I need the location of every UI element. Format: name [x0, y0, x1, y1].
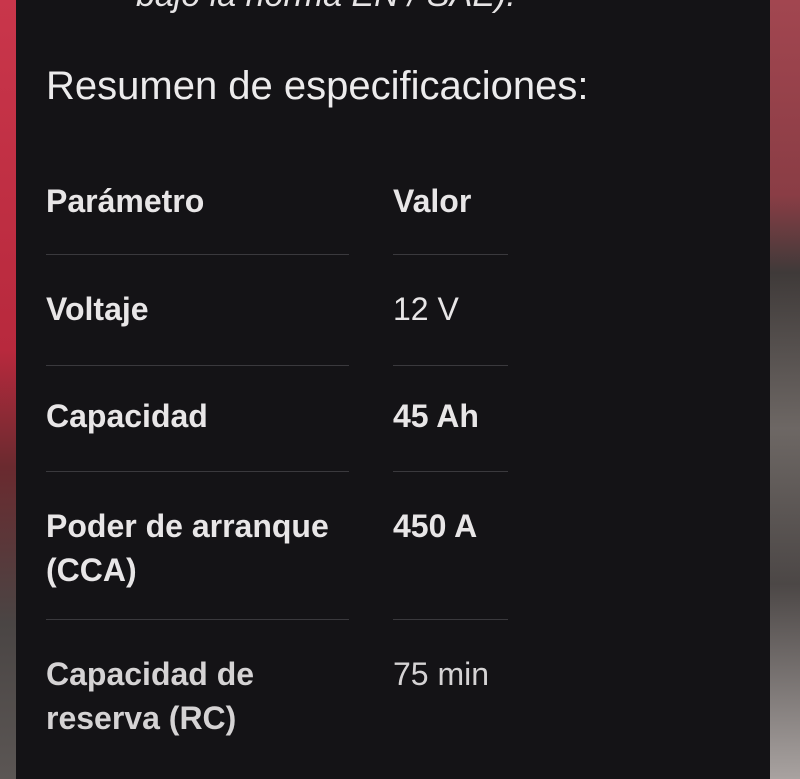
param-cell: Capacidad de reserva (RC)	[46, 656, 255, 736]
header-param: Parámetro	[46, 183, 205, 219]
table-row: Capacidad de reserva (RC) 75 min	[46, 620, 546, 740]
param-cell: Voltaje	[46, 291, 149, 327]
table-row: Voltaje 12 V	[46, 255, 546, 366]
value-cell: 450 A	[393, 508, 478, 544]
table-row: Capacidad 45 Ah	[46, 366, 546, 472]
param-cell: Capacidad	[46, 398, 208, 434]
spec-table: Parámetro Valor Voltaje 12 V Capacidad 4…	[46, 165, 546, 740]
response-panel: bajo la norma EN / SAE). Resumen de espe…	[16, 0, 770, 779]
value-cell: 12 V	[393, 291, 459, 327]
header-value: Valor	[393, 183, 472, 219]
value-cell: 75 min	[393, 656, 490, 692]
table-header-row: Parámetro Valor	[46, 165, 546, 255]
summary-title: Resumen de especificaciones:	[46, 64, 589, 108]
truncated-text-line: bajo la norma EN / SAE).	[136, 0, 516, 15]
value-cell: 45 Ah	[393, 398, 479, 434]
param-cell: Poder de arranque (CCA)	[46, 508, 329, 588]
table-row: Poder de arranque (CCA) 450 A	[46, 472, 546, 620]
